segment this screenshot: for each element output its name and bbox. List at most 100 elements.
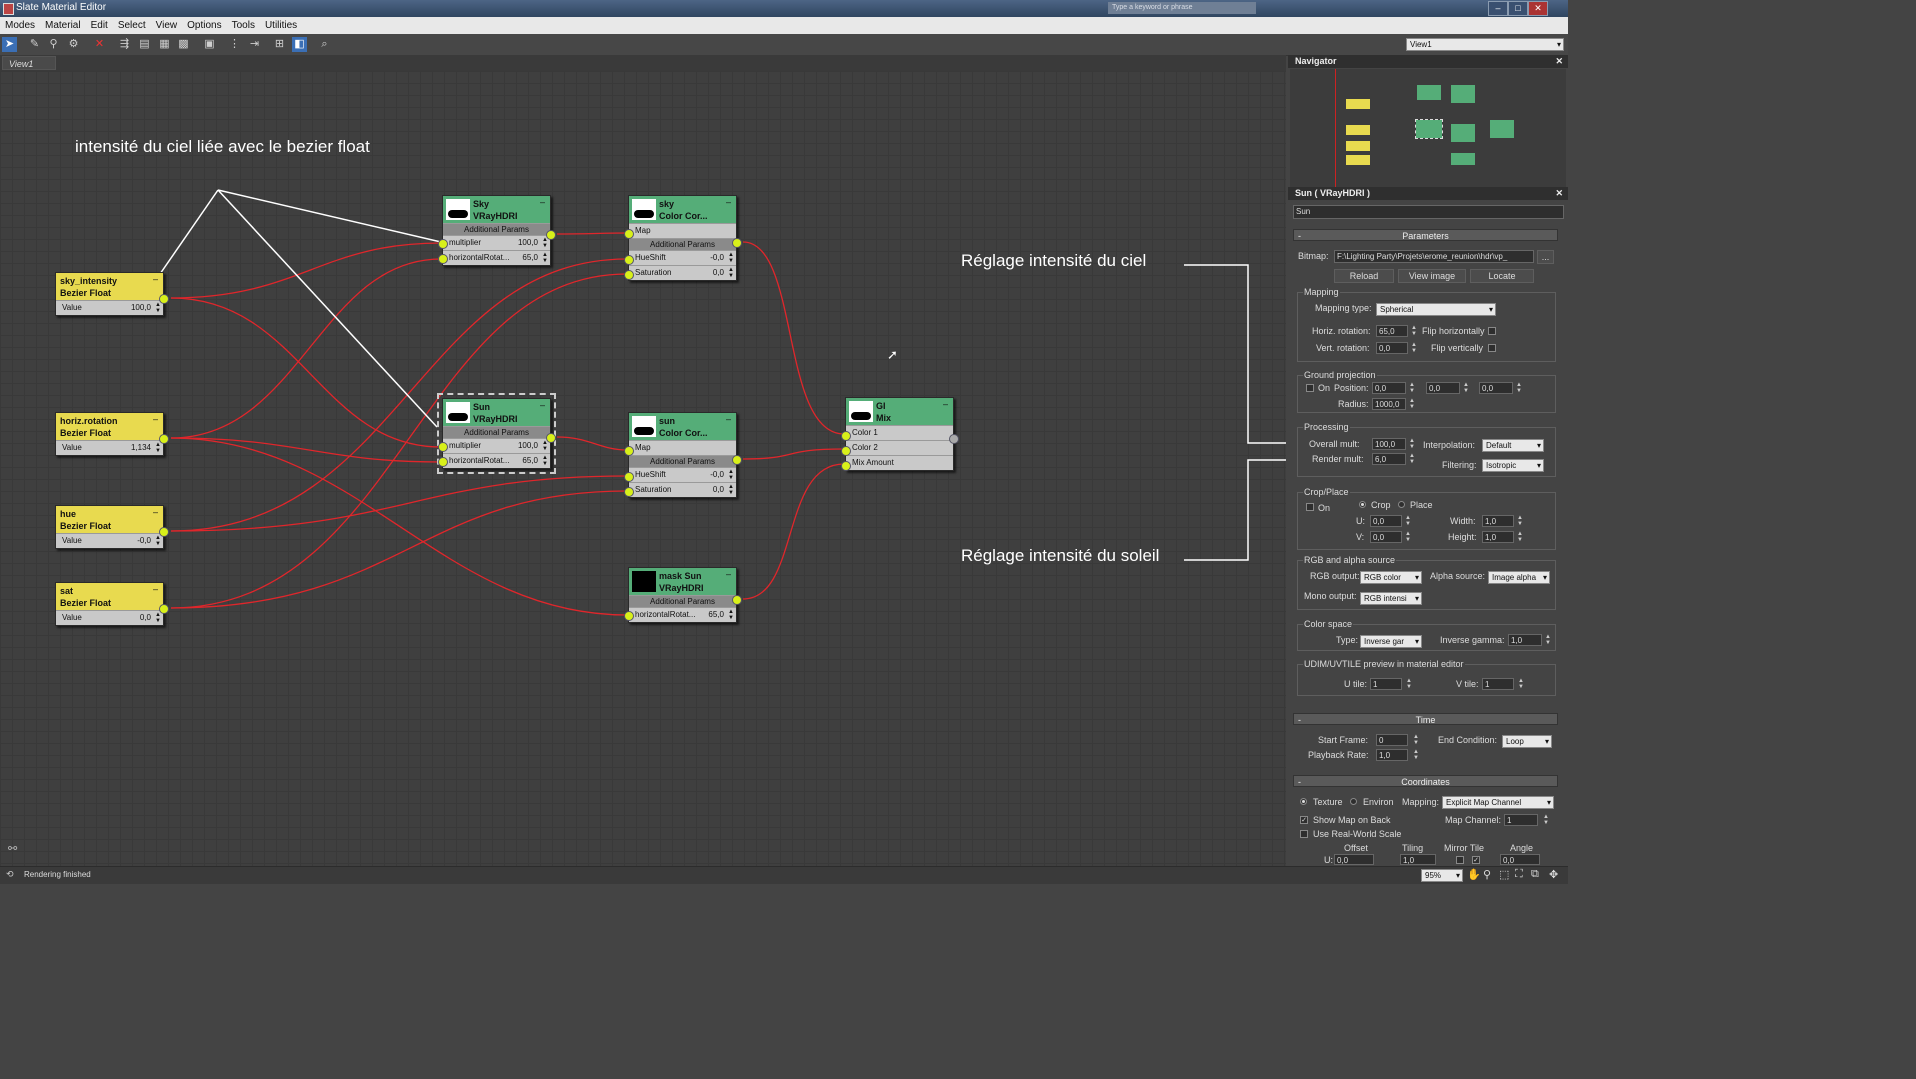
spinner-icon[interactable]: ▲ ▼	[1515, 382, 1523, 394]
spinner-icon[interactable]: ▲ ▼	[1408, 382, 1416, 394]
spinner-icon[interactable]: ▲ ▼	[1544, 634, 1552, 646]
flip-vertically-checkbox[interactable]	[1488, 344, 1496, 352]
tab-view1[interactable]: View1	[2, 56, 56, 70]
output-socket[interactable]	[159, 604, 169, 614]
horiz-rotation-field[interactable]: 65,0	[1376, 325, 1408, 337]
param-value[interactable]: -0,0	[710, 468, 724, 482]
radius-field[interactable]: 1000,0	[1372, 398, 1406, 410]
minimize-icon[interactable]: –	[540, 197, 545, 207]
menu-modes[interactable]: Modes	[0, 17, 40, 31]
input-socket[interactable]	[624, 472, 634, 482]
minimize-icon[interactable]: –	[153, 584, 158, 594]
position-z-field[interactable]: 0,0	[1479, 382, 1513, 394]
menu-material[interactable]: Material	[40, 17, 86, 31]
ground-on-checkbox[interactable]	[1306, 384, 1314, 392]
input-socket[interactable]	[438, 442, 448, 452]
node-sky-intensity[interactable]: sky_intensity Bezier Float – Value 100,0 ▲ ▼	[55, 272, 169, 316]
place-radio[interactable]	[1398, 501, 1405, 508]
node-gi-mix[interactable]: GI Mix – Color 1 Color 2 Mix Amount	[841, 397, 959, 471]
spinner-icon[interactable]: ▲ ▼	[1516, 531, 1524, 543]
show-end-result-icon[interactable]: ▣	[202, 37, 217, 52]
spinner-icon[interactable]: ▲ ▼	[1412, 749, 1420, 761]
param-value[interactable]: 65,0	[522, 251, 538, 265]
spinner-icon[interactable]: ▲ ▼	[155, 535, 161, 547]
menu-tools[interactable]: Tools	[227, 17, 260, 31]
input-socket[interactable]	[438, 239, 448, 249]
spinner-icon[interactable]: ▲ ▼	[728, 267, 734, 279]
close-icon[interactable]: ✕	[1555, 187, 1563, 200]
node-sat[interactable]: sat Bezier Float – Value 0,0 ▲ ▼	[55, 582, 169, 626]
param-value[interactable]: 65,0	[522, 454, 538, 468]
pan-icon[interactable]: ✋	[1467, 868, 1481, 881]
spinner-icon[interactable]: ▲ ▼	[155, 612, 161, 624]
close-button[interactable]: ✕	[1528, 1, 1548, 16]
output-socket[interactable]	[732, 455, 742, 465]
spinner-icon[interactable]: ▲ ▼	[1542, 814, 1550, 826]
rollout-time[interactable]: - Time	[1293, 713, 1558, 725]
menu-edit[interactable]: Edit	[86, 17, 113, 31]
show-map-icon[interactable]: ▩	[176, 37, 191, 52]
spinner-icon[interactable]: ▲ ▼	[1410, 342, 1418, 354]
overall-mult-field[interactable]: 100,0	[1372, 438, 1406, 450]
output-socket[interactable]	[732, 238, 742, 248]
material-name-field[interactable]: Sun	[1293, 205, 1564, 219]
group-header[interactable]: Additional Params	[443, 223, 550, 235]
crop-radio[interactable]	[1359, 501, 1366, 508]
param-value[interactable]: 100,0	[518, 439, 538, 453]
mapping-type-dropdown[interactable]: Spherical	[1376, 303, 1496, 316]
view-image-button[interactable]: View image	[1398, 269, 1466, 283]
minimize-icon[interactable]: –	[153, 507, 158, 517]
menu-options[interactable]: Options	[182, 17, 226, 31]
crop-u-field[interactable]: 0,0	[1370, 515, 1402, 527]
param-value[interactable]: 100,0	[518, 236, 538, 250]
zoom-icon[interactable]: ⚲	[1483, 868, 1491, 881]
u-tiling-field[interactable]: 1,0	[1400, 854, 1436, 865]
texture-radio[interactable]	[1300, 798, 1307, 805]
input-socket[interactable]	[438, 457, 448, 467]
pick-material-icon[interactable]: ✎	[27, 37, 42, 52]
select-by-material-icon[interactable]: ⌕	[317, 37, 332, 52]
maximize-button[interactable]: □	[1508, 1, 1528, 16]
node-sun-vrayhdri[interactable]: Sun VRayHDRI – Additional Params multiplie…	[437, 393, 556, 474]
input-socket[interactable]	[841, 461, 851, 471]
spinner-icon[interactable]: ▲ ▼	[728, 609, 734, 621]
param-value[interactable]: -0,0	[137, 534, 151, 548]
node-mask-sun-vrayhdri[interactable]: mask Sun VRayHDRI – Additional Params hori…	[624, 567, 742, 623]
layout-children-icon[interactable]: ⇥	[247, 37, 262, 52]
param-value[interactable]: 65,0	[708, 608, 724, 622]
param-value[interactable]: 0,0	[713, 266, 724, 280]
flip-horizontally-checkbox[interactable]	[1488, 327, 1496, 335]
node-horiz-rotation[interactable]: horiz.rotation Bezier Float – Value 1,134 ▲ ▼	[55, 412, 169, 456]
zoom-extents-selected-icon[interactable]: ⧉	[1531, 868, 1539, 881]
u-angle-field[interactable]: 0,0	[1500, 854, 1540, 865]
minimize-icon[interactable]: –	[726, 197, 731, 207]
crop-v-field[interactable]: 0,0	[1370, 531, 1402, 543]
bitmap-path-field[interactable]: F:\Lighting Party\Projets\erome_reunion\…	[1334, 250, 1534, 263]
group-header[interactable]: Additional Params	[629, 238, 736, 250]
binoculars-icon[interactable]: ⚯	[8, 842, 17, 855]
search-input[interactable]: Type a keyword or phrase	[1108, 2, 1256, 14]
rollout-parameters[interactable]: - Parameters	[1293, 229, 1558, 241]
minimize-button[interactable]: –	[1488, 1, 1508, 16]
menu-view[interactable]: View	[151, 17, 183, 31]
minimize-icon[interactable]: –	[153, 414, 158, 424]
put-to-scene-icon[interactable]: ⚲	[46, 37, 61, 52]
minimize-icon[interactable]: –	[726, 569, 731, 579]
close-icon[interactable]: ✕	[1555, 55, 1563, 68]
spinner-icon[interactable]: ▲ ▼	[155, 302, 161, 314]
minimize-icon[interactable]: –	[153, 274, 158, 284]
real-world-checkbox[interactable]	[1300, 830, 1308, 838]
spinner-icon[interactable]: ▲ ▼	[1412, 734, 1420, 746]
output-socket[interactable]	[546, 433, 556, 443]
assign-to-selection-icon[interactable]: ⚙	[66, 37, 81, 52]
spinner-icon[interactable]: ▲ ▼	[728, 484, 734, 496]
view-select-dropdown[interactable]: View1	[1406, 38, 1564, 51]
select-tool-icon[interactable]: ➤	[2, 37, 17, 52]
param-value[interactable]: -0,0	[710, 251, 724, 265]
coords-mapping-dropdown[interactable]: Explicit Map Channel	[1442, 796, 1554, 809]
mono-output-dropdown[interactable]: RGB intensi	[1360, 592, 1422, 605]
output-socket[interactable]	[949, 434, 959, 444]
move-children-icon[interactable]: ⇶	[117, 37, 132, 52]
filtering-dropdown[interactable]: Isotropic	[1482, 459, 1544, 472]
spinner-icon[interactable]: ▲ ▼	[1404, 515, 1412, 527]
